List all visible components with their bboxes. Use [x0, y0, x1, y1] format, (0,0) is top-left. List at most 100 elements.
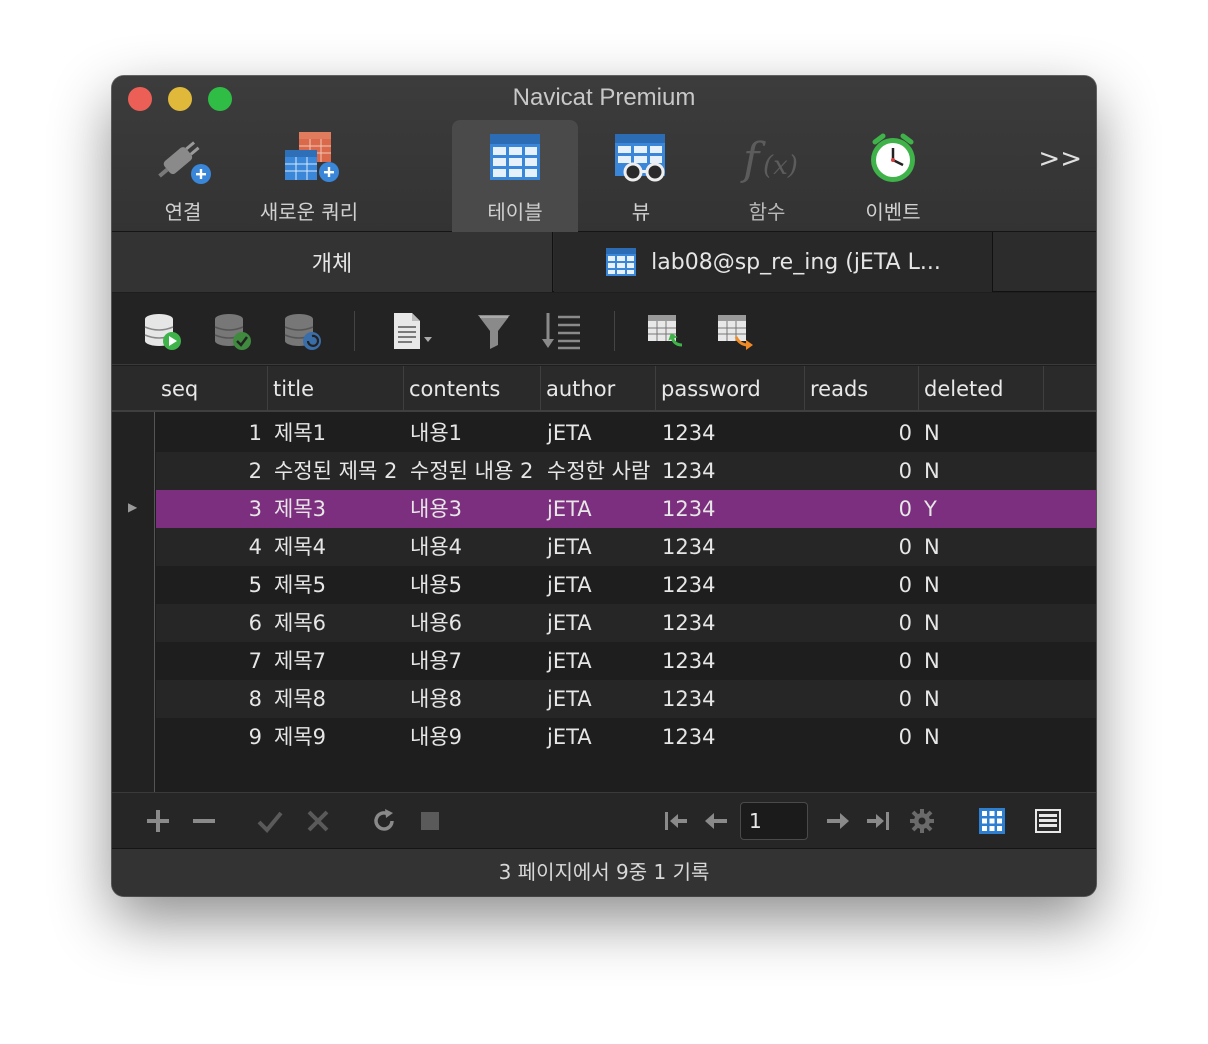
cell-password[interactable]: 1234 [662, 566, 802, 604]
cell-author[interactable]: jETA [547, 414, 659, 452]
form-view-icon[interactable] [1034, 807, 1062, 835]
cell-seq[interactable]: 8 [156, 680, 268, 718]
cell-title[interactable]: 제목4 [274, 528, 404, 566]
import-icon[interactable] [644, 311, 686, 351]
table-row[interactable]: 7 제목7 내용7 jETA 1234 0 N [112, 642, 1096, 680]
cell-deleted[interactable]: Y [924, 490, 1044, 528]
add-record-icon[interactable] [144, 807, 172, 835]
column-header-reads[interactable]: reads [805, 366, 919, 412]
column-header-title[interactable]: title [268, 366, 404, 412]
table-row[interactable]: 4 제목4 내용4 jETA 1234 0 N [112, 528, 1096, 566]
cell-title[interactable]: 제목7 [274, 642, 404, 680]
cell-seq[interactable]: 5 [156, 566, 268, 604]
begin-transaction-icon[interactable] [142, 311, 184, 351]
cell-contents[interactable]: 내용3 [410, 490, 542, 528]
cell-title[interactable]: 제목6 [274, 604, 404, 642]
cell-author[interactable]: jETA [547, 718, 659, 756]
table-row[interactable]: 2 수정된 제목 2 수정된 내용 2 수정한 사람 1234 0 N [112, 452, 1096, 490]
cell-reads[interactable]: 0 [806, 414, 914, 452]
column-header-seq[interactable]: seq [156, 366, 268, 412]
cell-reads[interactable]: 0 [806, 528, 914, 566]
table-row[interactable]: 1 제목1 내용1 jETA 1234 0 N [112, 414, 1096, 452]
first-page-icon[interactable] [662, 807, 690, 835]
cell-author[interactable]: 수정한 사람 [547, 452, 659, 490]
grid-view-icon[interactable] [978, 807, 1006, 835]
toolbar-new-query-button[interactable]: 새로운 쿼리 [246, 120, 372, 232]
cell-title[interactable]: 제목9 [274, 718, 404, 756]
cell-reads[interactable]: 0 [806, 642, 914, 680]
page-number-input[interactable] [740, 802, 808, 840]
export-icon[interactable] [714, 311, 756, 351]
cell-password[interactable]: 1234 [662, 604, 802, 642]
cell-deleted[interactable]: N [924, 528, 1044, 566]
cell-contents[interactable]: 수정된 내용 2 [410, 452, 542, 490]
cell-deleted[interactable]: N [924, 642, 1044, 680]
cell-deleted[interactable]: N [924, 566, 1044, 604]
cell-reads[interactable]: 0 [806, 718, 914, 756]
last-page-icon[interactable] [864, 807, 892, 835]
apply-changes-icon[interactable] [256, 807, 284, 835]
cell-title[interactable]: 제목8 [274, 680, 404, 718]
cell-seq[interactable]: 7 [156, 642, 268, 680]
gear-icon[interactable] [908, 807, 936, 835]
cell-title[interactable]: 제목3 [274, 490, 404, 528]
cell-title[interactable]: 제목1 [274, 414, 404, 452]
memo-icon[interactable] [390, 311, 432, 351]
filter-icon[interactable] [474, 311, 516, 351]
cell-password[interactable]: 1234 [662, 528, 802, 566]
cell-title[interactable]: 수정된 제목 2 [274, 452, 404, 490]
tab-table-data[interactable]: lab08@sp_re_ing (jETA L... [554, 232, 993, 292]
previous-page-icon[interactable] [702, 807, 730, 835]
cell-password[interactable]: 1234 [662, 718, 802, 756]
cell-contents[interactable]: 내용4 [410, 528, 542, 566]
cell-seq[interactable]: 9 [156, 718, 268, 756]
cell-password[interactable]: 1234 [662, 680, 802, 718]
cell-password[interactable]: 1234 [662, 642, 802, 680]
table-row[interactable]: 5 제목5 내용5 jETA 1234 0 N [112, 566, 1096, 604]
cell-seq[interactable]: 3 [156, 490, 268, 528]
column-header-deleted[interactable]: deleted [919, 366, 1044, 412]
cell-reads[interactable]: 0 [806, 566, 914, 604]
toolbar-overflow-button[interactable]: >> [1038, 144, 1082, 174]
delete-record-icon[interactable] [190, 807, 218, 835]
cell-password[interactable]: 1234 [662, 490, 802, 528]
cell-seq[interactable]: 6 [156, 604, 268, 642]
toolbar-event-button[interactable]: 이벤트 [830, 120, 956, 232]
cell-title[interactable]: 제목5 [274, 566, 404, 604]
cell-author[interactable]: jETA [547, 528, 659, 566]
cell-author[interactable]: jETA [547, 490, 659, 528]
column-header-author[interactable]: author [541, 366, 656, 412]
table-row[interactable]: 8 제목8 내용8 jETA 1234 0 N [112, 680, 1096, 718]
tab-objects[interactable]: 개체 [112, 232, 553, 292]
toolbar-table-button[interactable]: 테이블 [452, 120, 578, 232]
cell-contents[interactable]: 내용6 [410, 604, 542, 642]
cell-author[interactable]: jETA [547, 642, 659, 680]
column-header-password[interactable]: password [656, 366, 805, 412]
cell-deleted[interactable]: N [924, 452, 1044, 490]
refresh-icon[interactable] [370, 807, 398, 835]
cell-seq[interactable]: 4 [156, 528, 268, 566]
stop-icon[interactable] [416, 807, 444, 835]
table-row[interactable]: 6 제목6 내용6 jETA 1234 0 N [112, 604, 1096, 642]
next-page-icon[interactable] [824, 807, 852, 835]
cell-author[interactable]: jETA [547, 680, 659, 718]
cell-seq[interactable]: 2 [156, 452, 268, 490]
rollback-icon[interactable] [282, 311, 324, 351]
cell-password[interactable]: 1234 [662, 452, 802, 490]
sort-icon[interactable] [540, 311, 582, 351]
cell-contents[interactable]: 내용1 [410, 414, 542, 452]
cell-reads[interactable]: 0 [806, 680, 914, 718]
cell-seq[interactable]: 1 [156, 414, 268, 452]
table-row-selected[interactable]: ▶ 3 제목3 내용3 jETA 1234 0 Y [112, 490, 1096, 528]
cell-reads[interactable]: 0 [806, 490, 914, 528]
cell-deleted[interactable]: N [924, 414, 1044, 452]
cell-contents[interactable]: 내용5 [410, 566, 542, 604]
cell-password[interactable]: 1234 [662, 414, 802, 452]
toolbar-function-button[interactable]: f (x) 함수 [704, 120, 830, 232]
cell-deleted[interactable]: N [924, 604, 1044, 642]
cell-reads[interactable]: 0 [806, 452, 914, 490]
toolbar-connection-button[interactable]: 연결 [120, 120, 246, 232]
table-row[interactable]: 9 제목9 내용9 jETA 1234 0 N [112, 718, 1096, 756]
cell-deleted[interactable]: N [924, 718, 1044, 756]
cell-contents[interactable]: 내용8 [410, 680, 542, 718]
